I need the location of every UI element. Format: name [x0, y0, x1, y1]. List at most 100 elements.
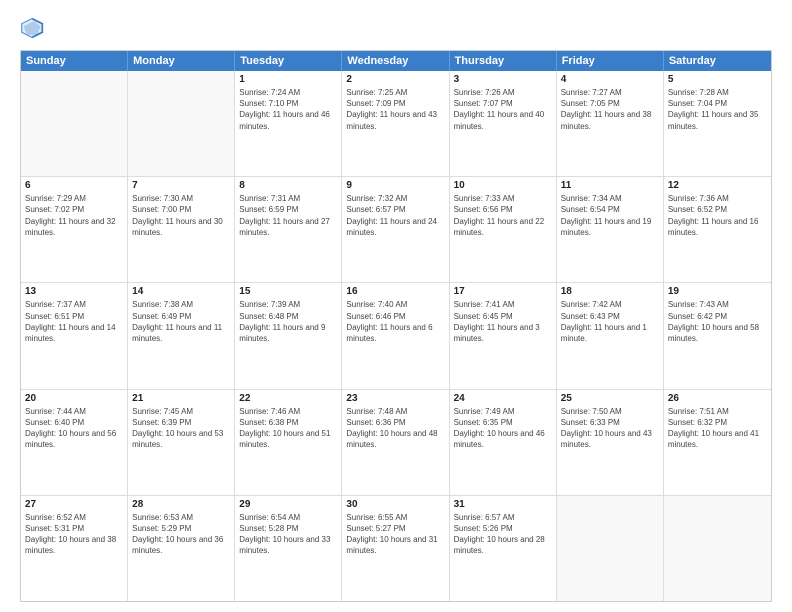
day-number: 22 [239, 393, 337, 404]
day-cell-11: 11 Sunrise: 7:34 AM Sunset: 6:54 PM Dayli… [557, 177, 664, 282]
day-cell-14: 14 Sunrise: 7:38 AM Sunset: 6:49 PM Dayli… [128, 283, 235, 388]
day-info: Sunrise: 7:44 AM Sunset: 6:40 PM Dayligh… [25, 406, 123, 451]
day-info: Sunrise: 7:30 AM Sunset: 7:00 PM Dayligh… [132, 193, 230, 238]
day-cell-4: 4 Sunrise: 7:27 AM Sunset: 7:05 PM Daylig… [557, 71, 664, 176]
day-cell-15: 15 Sunrise: 7:39 AM Sunset: 6:48 PM Dayli… [235, 283, 342, 388]
empty-cell [557, 496, 664, 601]
day-number: 23 [346, 393, 444, 404]
day-number: 24 [454, 393, 552, 404]
calendar-header: SundayMondayTuesdayWednesdayThursdayFrid… [21, 51, 771, 71]
day-info: Sunrise: 7:45 AM Sunset: 6:39 PM Dayligh… [132, 406, 230, 451]
day-cell-9: 9Sunrise: 7:32 AM Sunset: 6:57 PM Daylig… [342, 177, 449, 282]
day-info: Sunrise: 7:49 AM Sunset: 6:35 PM Dayligh… [454, 406, 552, 451]
day-info: Sunrise: 6:53 AM Sunset: 5:29 PM Dayligh… [132, 512, 230, 557]
empty-cell [128, 71, 235, 176]
day-info: Sunrise: 7:48 AM Sunset: 6:36 PM Dayligh… [346, 406, 444, 451]
day-cell-27: 27 Sunrise: 6:52 AM Sunset: 5:31 PM Dayli… [21, 496, 128, 601]
day-cell-12: 12 Sunrise: 7:36 AM Sunset: 6:52 PM Dayli… [664, 177, 771, 282]
day-number: 16 [346, 286, 444, 297]
day-number: 19 [668, 286, 767, 297]
day-number: 13 [25, 286, 123, 297]
day-info: Sunrise: 7:26 AM Sunset: 7:07 PM Dayligh… [454, 87, 552, 132]
day-cell-13: 13 Sunrise: 7:37 AM Sunset: 6:51 PM Dayli… [21, 283, 128, 388]
week-row-4: 20Sunrise: 7:44 AM Sunset: 6:40 PM Dayli… [21, 390, 771, 496]
day-number: 28 [132, 499, 230, 510]
day-number: 3 [454, 74, 552, 85]
day-info: Sunrise: 7:27 AM Sunset: 7:05 PM Dayligh… [561, 87, 659, 132]
day-info: Sunrise: 7:42 AM Sunset: 6:43 PM Dayligh… [561, 299, 659, 344]
day-number: 1 [239, 74, 337, 85]
day-number: 11 [561, 180, 659, 191]
day-number: 4 [561, 74, 659, 85]
day-number: 15 [239, 286, 337, 297]
day-number: 30 [346, 499, 444, 510]
week-row-1: 1Sunrise: 7:24 AM Sunset: 7:10 PM Daylig… [21, 71, 771, 177]
calendar-body: 1Sunrise: 7:24 AM Sunset: 7:10 PM Daylig… [21, 71, 771, 601]
day-info: Sunrise: 6:55 AM Sunset: 5:27 PM Dayligh… [346, 512, 444, 557]
day-cell-2: 2 Sunrise: 7:25 AM Sunset: 7:09 PM Daylig… [342, 71, 449, 176]
day-info: Sunrise: 7:38 AM Sunset: 6:49 PM Dayligh… [132, 299, 230, 344]
day-cell-19: 19 Sunrise: 7:43 AM Sunset: 6:42 PM Dayli… [664, 283, 771, 388]
day-number: 2 [346, 74, 444, 85]
day-header-wednesday: Wednesday [342, 51, 449, 71]
day-cell-23: 23 Sunrise: 7:48 AM Sunset: 6:36 PM Dayli… [342, 390, 449, 495]
day-info: Sunrise: 6:54 AM Sunset: 5:28 PM Dayligh… [239, 512, 337, 557]
day-info: Sunrise: 7:25 AM Sunset: 7:09 PM Dayligh… [346, 87, 444, 132]
day-cell-7: 7Sunrise: 7:30 AM Sunset: 7:00 PM Daylig… [128, 177, 235, 282]
logo [20, 16, 48, 40]
day-number: 27 [25, 499, 123, 510]
day-info: Sunrise: 7:51 AM Sunset: 6:32 PM Dayligh… [668, 406, 767, 451]
day-header-friday: Friday [557, 51, 664, 71]
day-number: 26 [668, 393, 767, 404]
day-info: Sunrise: 7:39 AM Sunset: 6:48 PM Dayligh… [239, 299, 337, 344]
day-cell-26: 26 Sunrise: 7:51 AM Sunset: 6:32 PM Dayli… [664, 390, 771, 495]
day-cell-31: 31 Sunrise: 6:57 AM Sunset: 5:26 PM Dayli… [450, 496, 557, 601]
day-cell-24: 24 Sunrise: 7:49 AM Sunset: 6:35 PM Dayli… [450, 390, 557, 495]
day-info: Sunrise: 7:29 AM Sunset: 7:02 PM Dayligh… [25, 193, 123, 238]
day-number: 31 [454, 499, 552, 510]
day-info: Sunrise: 7:36 AM Sunset: 6:52 PM Dayligh… [668, 193, 767, 238]
day-info: Sunrise: 7:43 AM Sunset: 6:42 PM Dayligh… [668, 299, 767, 344]
day-number: 17 [454, 286, 552, 297]
day-cell-28: 28 Sunrise: 6:53 AM Sunset: 5:29 PM Dayli… [128, 496, 235, 601]
day-info: Sunrise: 7:37 AM Sunset: 6:51 PM Dayligh… [25, 299, 123, 344]
day-cell-17: 17 Sunrise: 7:41 AM Sunset: 6:45 PM Dayli… [450, 283, 557, 388]
week-row-3: 13 Sunrise: 7:37 AM Sunset: 6:51 PM Dayli… [21, 283, 771, 389]
day-info: Sunrise: 6:57 AM Sunset: 5:26 PM Dayligh… [454, 512, 552, 557]
day-cell-1: 1Sunrise: 7:24 AM Sunset: 7:10 PM Daylig… [235, 71, 342, 176]
page: SundayMondayTuesdayWednesdayThursdayFrid… [0, 0, 792, 612]
day-info: Sunrise: 7:31 AM Sunset: 6:59 PM Dayligh… [239, 193, 337, 238]
day-number: 8 [239, 180, 337, 191]
empty-cell [664, 496, 771, 601]
day-header-sunday: Sunday [21, 51, 128, 71]
day-cell-18: 18 Sunrise: 7:42 AM Sunset: 6:43 PM Dayli… [557, 283, 664, 388]
day-number: 12 [668, 180, 767, 191]
day-number: 18 [561, 286, 659, 297]
empty-cell [21, 71, 128, 176]
day-info: Sunrise: 7:34 AM Sunset: 6:54 PM Dayligh… [561, 193, 659, 238]
day-info: Sunrise: 7:40 AM Sunset: 6:46 PM Dayligh… [346, 299, 444, 344]
day-header-saturday: Saturday [664, 51, 771, 71]
day-cell-21: 21Sunrise: 7:45 AM Sunset: 6:39 PM Dayli… [128, 390, 235, 495]
day-number: 14 [132, 286, 230, 297]
day-number: 29 [239, 499, 337, 510]
day-header-tuesday: Tuesday [235, 51, 342, 71]
day-cell-25: 25Sunrise: 7:50 AM Sunset: 6:33 PM Dayli… [557, 390, 664, 495]
day-cell-30: 30 Sunrise: 6:55 AM Sunset: 5:27 PM Dayli… [342, 496, 449, 601]
day-header-thursday: Thursday [450, 51, 557, 71]
day-cell-6: 6 Sunrise: 7:29 AM Sunset: 7:02 PM Daylig… [21, 177, 128, 282]
day-number: 6 [25, 180, 123, 191]
day-number: 9 [346, 180, 444, 191]
calendar: SundayMondayTuesdayWednesdayThursdayFrid… [20, 50, 772, 602]
day-info: Sunrise: 6:52 AM Sunset: 5:31 PM Dayligh… [25, 512, 123, 557]
day-header-monday: Monday [128, 51, 235, 71]
day-info: Sunrise: 7:41 AM Sunset: 6:45 PM Dayligh… [454, 299, 552, 344]
day-cell-8: 8 Sunrise: 7:31 AM Sunset: 6:59 PM Daylig… [235, 177, 342, 282]
day-info: Sunrise: 7:46 AM Sunset: 6:38 PM Dayligh… [239, 406, 337, 451]
day-cell-10: 10Sunrise: 7:33 AM Sunset: 6:56 PM Dayli… [450, 177, 557, 282]
day-info: Sunrise: 7:28 AM Sunset: 7:04 PM Dayligh… [668, 87, 767, 132]
day-cell-29: 29 Sunrise: 6:54 AM Sunset: 5:28 PM Dayli… [235, 496, 342, 601]
day-cell-5: 5Sunrise: 7:28 AM Sunset: 7:04 PM Daylig… [664, 71, 771, 176]
week-row-5: 27 Sunrise: 6:52 AM Sunset: 5:31 PM Dayli… [21, 496, 771, 601]
day-cell-3: 3 Sunrise: 7:26 AM Sunset: 7:07 PM Daylig… [450, 71, 557, 176]
